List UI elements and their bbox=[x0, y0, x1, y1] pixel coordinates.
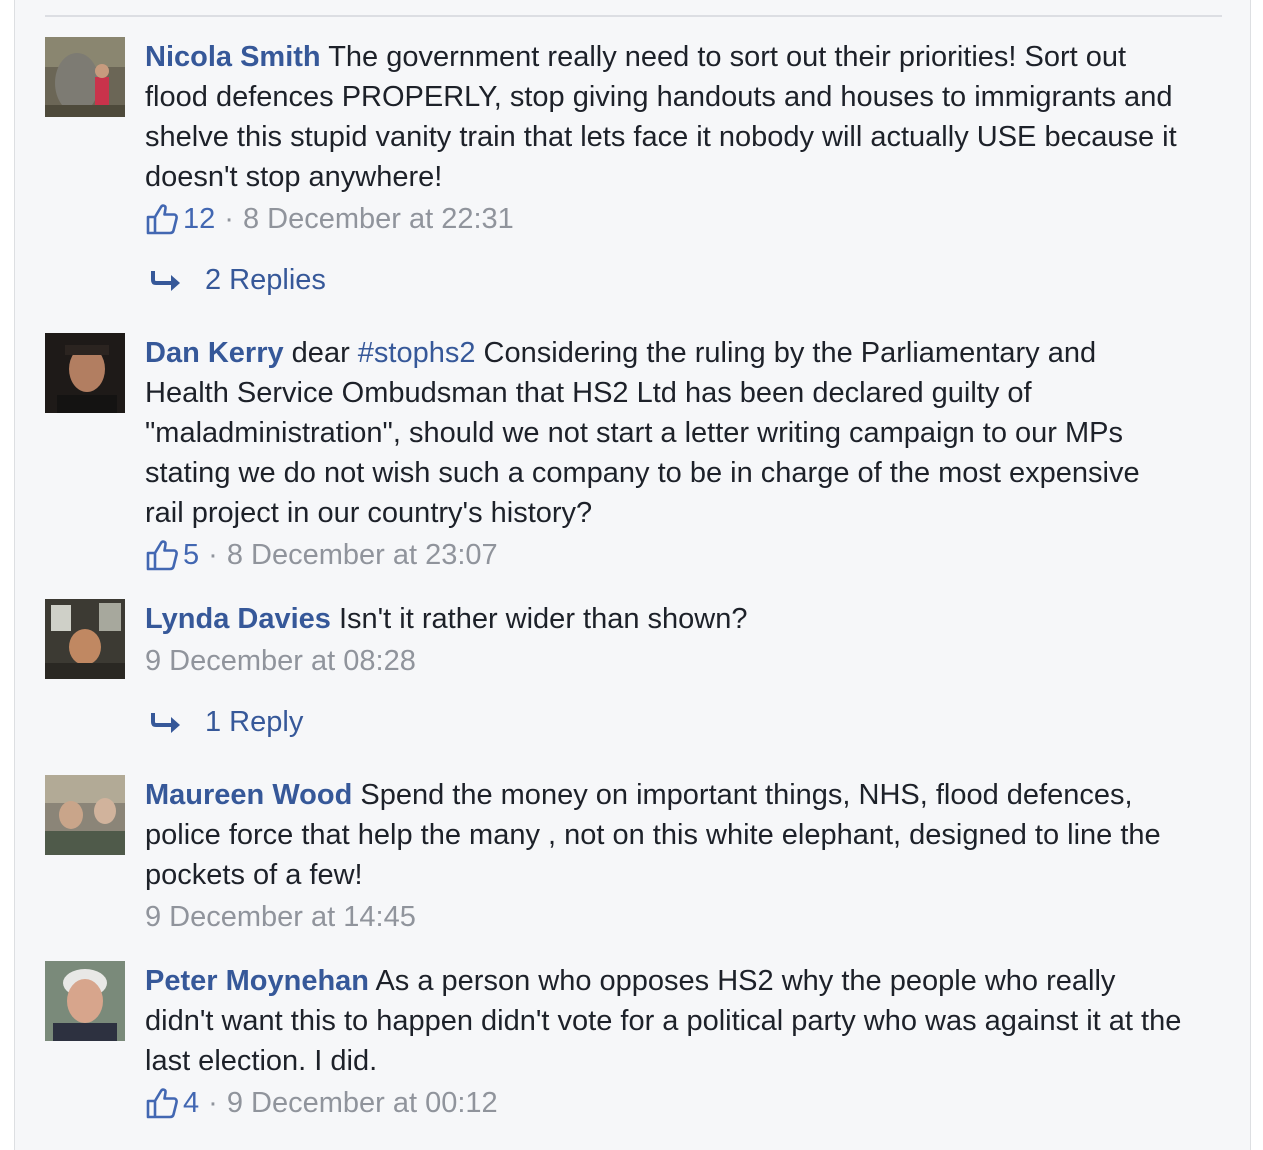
timestamp[interactable]: 9 December at 08:28 bbox=[145, 643, 416, 679]
comment-meta: 5 · 8 December at 23:07 bbox=[145, 537, 1185, 573]
comment-body: Lynda Davies Isn't it rather wider than … bbox=[145, 599, 1185, 740]
avatar[interactable] bbox=[45, 961, 125, 1041]
view-replies-link[interactable]: 1 Reply bbox=[145, 704, 1185, 740]
view-replies-link[interactable]: 2 Replies bbox=[145, 262, 1185, 298]
timestamp[interactable]: 9 December at 14:45 bbox=[145, 899, 416, 935]
avatar[interactable] bbox=[45, 599, 125, 679]
replies-count[interactable]: 2 Replies bbox=[205, 262, 326, 298]
comment-body: Maureen Wood Spend the money on importan… bbox=[145, 775, 1185, 935]
thumbs-up-icon[interactable] bbox=[145, 202, 179, 236]
separator: · bbox=[224, 203, 234, 235]
thumbs-up-icon[interactable] bbox=[145, 538, 179, 572]
comment-meta: 4 · 9 December at 00:12 bbox=[145, 1085, 1185, 1121]
comment-text: Lynda Davies Isn't it rather wider than … bbox=[145, 599, 1185, 639]
reply-arrow-icon bbox=[151, 271, 180, 291]
avatar[interactable] bbox=[45, 37, 125, 117]
thumbs-up-icon[interactable] bbox=[145, 1086, 179, 1120]
comment-message: Isn't it rather wider than shown? bbox=[330, 603, 748, 635]
comment-meta: 9 December at 08:28 bbox=[145, 643, 1185, 679]
timestamp[interactable]: 9 December at 00:12 bbox=[227, 1085, 498, 1121]
comment-text: Peter Moynehan As a person who opposes H… bbox=[145, 961, 1185, 1081]
author-name[interactable]: Lynda Davies bbox=[145, 603, 331, 635]
hashtag-link[interactable]: #stophs2 bbox=[358, 337, 476, 369]
comment-message-prefix: dear bbox=[283, 337, 358, 369]
separator: · bbox=[208, 539, 218, 571]
author-name[interactable]: Maureen Wood bbox=[145, 779, 352, 811]
comment-body: Nicola Smith The government really need … bbox=[145, 37, 1185, 298]
like-count[interactable]: 4 bbox=[183, 1085, 199, 1121]
timestamp[interactable]: 8 December at 23:07 bbox=[227, 537, 498, 573]
author-name[interactable]: Peter Moynehan bbox=[145, 965, 369, 997]
timestamp[interactable]: 8 December at 22:31 bbox=[243, 201, 514, 237]
comment-text: Dan Kerry dear #stophs2 Considering the … bbox=[145, 333, 1185, 533]
comments-panel: Nicola Smith The government really need … bbox=[14, 0, 1251, 1150]
comment-body: Dan Kerry dear #stophs2 Considering the … bbox=[145, 333, 1185, 573]
divider bbox=[45, 15, 1222, 17]
avatar[interactable] bbox=[45, 775, 125, 855]
comment-meta: 9 December at 14:45 bbox=[145, 899, 1185, 935]
author-name[interactable]: Nicola Smith bbox=[145, 41, 321, 73]
separator: · bbox=[208, 1087, 218, 1119]
replies-count[interactable]: 1 Reply bbox=[205, 704, 303, 740]
reply-arrow-icon bbox=[151, 713, 180, 733]
author-name[interactable]: Dan Kerry bbox=[145, 337, 284, 369]
comment-meta: 12 · 8 December at 22:31 bbox=[145, 201, 1185, 237]
comment-text: Maureen Wood Spend the money on importan… bbox=[145, 775, 1185, 895]
avatar[interactable] bbox=[45, 333, 125, 413]
like-count[interactable]: 5 bbox=[183, 537, 199, 573]
comment-body: Peter Moynehan As a person who opposes H… bbox=[145, 961, 1185, 1121]
comment-text: Nicola Smith The government really need … bbox=[145, 37, 1185, 197]
like-count[interactable]: 12 bbox=[183, 201, 215, 237]
